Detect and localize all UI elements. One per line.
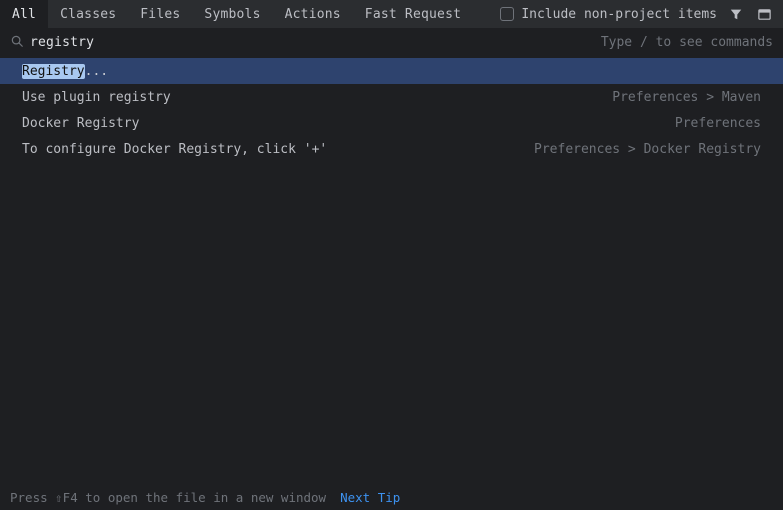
result-title: Docker Registry — [22, 116, 139, 131]
result-title: To configure Docker Registry, click '+' — [22, 142, 327, 157]
tab-classes[interactable]: Classes — [48, 0, 128, 28]
tabs-right: Include non-project items — [500, 0, 783, 28]
tab-files[interactable]: Files — [128, 0, 192, 28]
tab-label: Fast Request — [365, 7, 461, 22]
result-title: Use plugin registry — [22, 90, 171, 105]
footer-tip-text: Press ⇧F4 to open the file in a new wind… — [10, 490, 326, 505]
tab-actions[interactable]: Actions — [273, 0, 353, 28]
result-path: Preferences > Docker Registry — [534, 142, 761, 157]
include-nonproject-toggle[interactable]: Include non-project items — [500, 7, 717, 22]
tab-label: Actions — [285, 7, 341, 22]
next-tip-link[interactable]: Next Tip — [340, 490, 400, 505]
result-title: Registry... — [22, 64, 108, 79]
tab-all[interactable]: All — [0, 0, 48, 28]
tab-label: Symbols — [204, 7, 260, 22]
checkbox-icon — [500, 7, 514, 21]
tab-label: All — [12, 7, 36, 22]
tab-label: Classes — [60, 7, 116, 22]
result-path: Preferences — [675, 116, 761, 131]
tab-label: Files — [140, 7, 180, 22]
tabs-bar: All Classes Files Symbols Actions Fast R… — [0, 0, 783, 28]
tab-symbols[interactable]: Symbols — [192, 0, 272, 28]
result-row[interactable]: To configure Docker Registry, click '+' … — [0, 136, 783, 162]
search-input[interactable] — [30, 35, 601, 50]
results-list: Registry... Use plugin registry Preferen… — [0, 58, 783, 484]
footer-tip-bar: Press ⇧F4 to open the file in a new wind… — [0, 484, 783, 510]
result-path: Preferences > Maven — [612, 90, 761, 105]
search-row: Type / to see commands — [0, 28, 783, 58]
include-nonproject-label: Include non-project items — [521, 7, 717, 22]
search-hint: Type / to see commands — [601, 35, 773, 50]
filter-icon[interactable] — [727, 5, 745, 23]
tab-fast-request[interactable]: Fast Request — [353, 0, 473, 28]
search-icon — [10, 34, 24, 52]
result-row[interactable]: Use plugin registry Preferences > Maven — [0, 84, 783, 110]
result-row[interactable]: Docker Registry Preferences — [0, 110, 783, 136]
open-in-window-icon[interactable] — [755, 5, 773, 23]
result-row[interactable]: Registry... — [0, 58, 783, 84]
